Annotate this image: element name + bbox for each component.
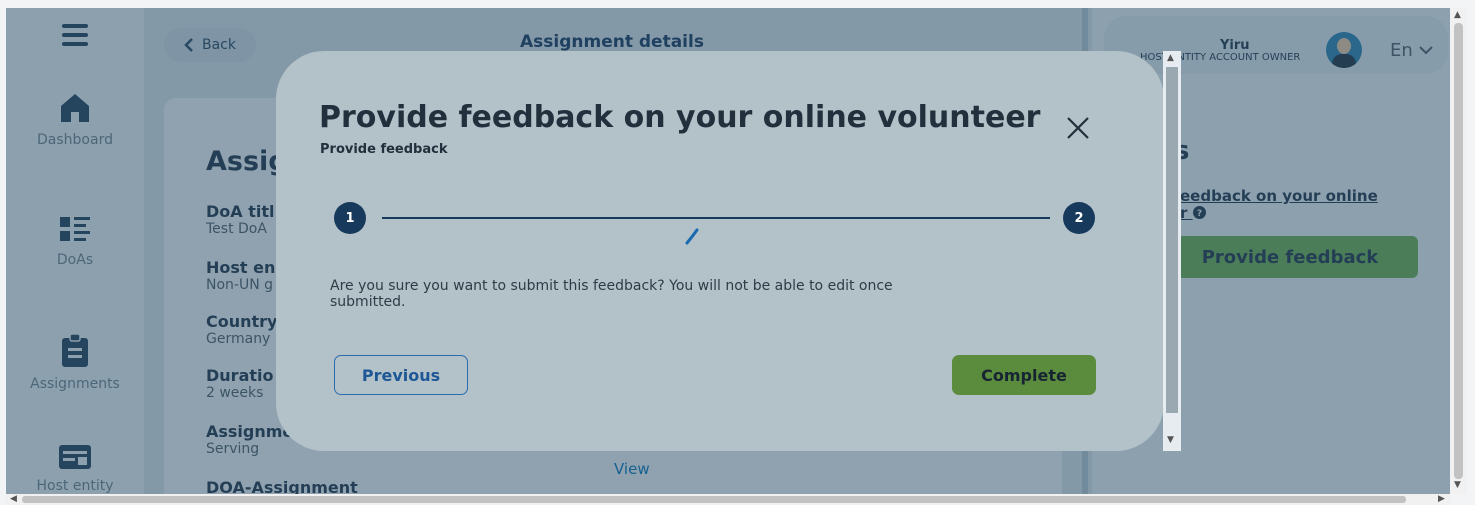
scroll-up-arrow-icon[interactable]: ▲ xyxy=(1454,10,1461,20)
page-vertical-scrollbar[interactable]: ▲ ▼ xyxy=(1450,8,1467,494)
modal-scrollbar[interactable]: ▲ ▼ xyxy=(1163,51,1181,451)
scroll-down-arrow-icon[interactable]: ▼ xyxy=(1167,435,1174,445)
scrollbar-thumb[interactable] xyxy=(1454,23,1463,479)
scrollbar-thumb[interactable] xyxy=(1166,67,1178,413)
scroll-left-arrow-icon[interactable]: ◀ xyxy=(10,494,17,504)
confirmation-message: Are you sure you want to submit this fee… xyxy=(330,278,893,310)
feedback-modal: Provide feedback on your online voluntee… xyxy=(276,51,1164,451)
scroll-up-arrow-icon[interactable]: ▲ xyxy=(1167,53,1174,63)
page-horizontal-scrollbar[interactable]: ◀ ▶ xyxy=(6,494,1450,505)
step-2-indicator: 2 xyxy=(1063,202,1095,234)
scrollbar-thumb[interactable] xyxy=(22,496,1406,503)
scroll-right-arrow-icon[interactable]: ▶ xyxy=(1438,494,1445,504)
stepper-line xyxy=(382,217,1050,219)
previous-button[interactable]: Previous xyxy=(334,355,468,395)
step-1-indicator: 1 xyxy=(334,202,366,234)
loading-spinner-icon xyxy=(685,228,699,245)
scroll-down-arrow-icon[interactable]: ▼ xyxy=(1454,480,1461,490)
modal-subtitle: Provide feedback xyxy=(320,142,448,157)
modal-title: Provide feedback on your online voluntee… xyxy=(319,100,1041,135)
close-icon[interactable] xyxy=(1065,115,1091,141)
complete-button[interactable]: Complete xyxy=(952,355,1096,395)
